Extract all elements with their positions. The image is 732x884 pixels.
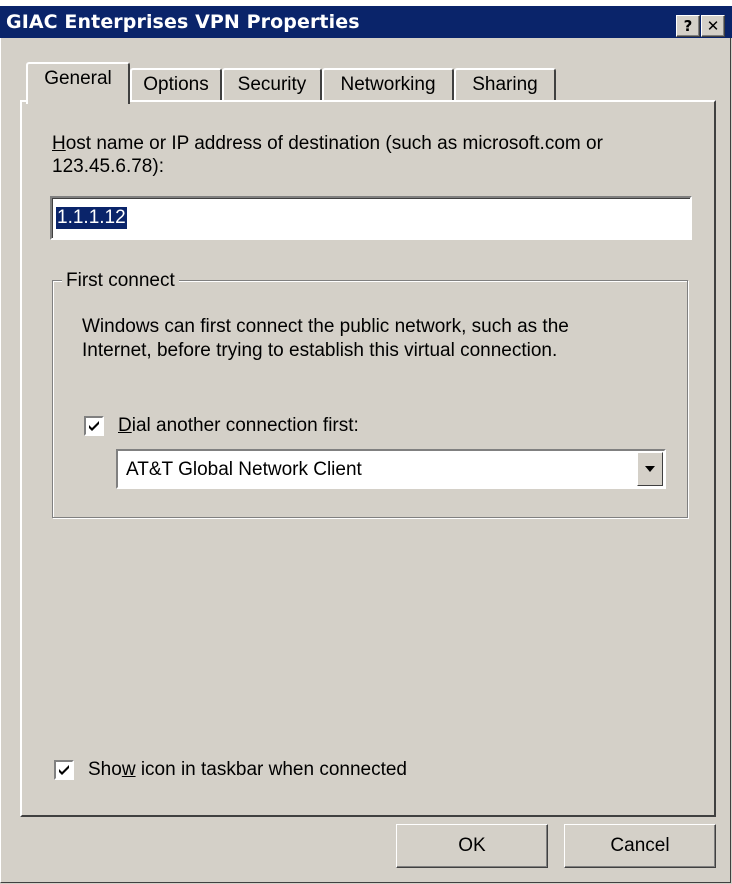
close-icon: ✕ [706,17,720,35]
ok-button[interactable]: OK [396,824,548,868]
host-input-value: 1.1.1.12 [56,207,127,229]
dropdown-button[interactable] [637,452,663,486]
first-connect-legend: First connect [62,270,179,292]
help-icon: ? [683,17,693,35]
tab-options[interactable]: Options [130,68,222,101]
tab-sharing-label: Sharing [472,74,538,95]
first-connect-description-line1: Windows can first connect the public net… [82,316,569,337]
tab-sharing[interactable]: Sharing [454,68,556,101]
tab-general[interactable]: General [26,62,130,104]
tab-options-label: Options [143,74,209,95]
checkmark-icon [89,421,99,431]
host-label-line2: 123.45.6.78): [52,156,164,177]
show-icon-checkbox[interactable] [54,760,74,780]
cancel-button[interactable]: Cancel [564,824,716,868]
dial-another-checkbox[interactable] [84,416,104,436]
dial-another-label[interactable]: Dial another connection first: [118,415,359,437]
window-title: GIAC Enterprises VPN Properties [6,11,360,33]
show-icon-label[interactable]: Show icon in taskbar when connected [88,759,407,781]
dial-connection-value: AT&T Global Network Client [126,459,362,480]
close-button[interactable]: ✕ [701,15,725,37]
host-label: Host name or IP address of destination (… [52,133,603,154]
tab-security[interactable]: Security [222,68,322,101]
title-bar[interactable]: GIAC Enterprises VPN Properties ? ✕ [0,6,732,38]
chevron-down-icon [645,466,655,472]
host-input[interactable]: 1.1.1.12 [50,196,692,240]
tab-general-label: General [44,68,112,89]
checkmark-icon [59,765,69,775]
dial-connection-select[interactable]: AT&T Global Network Client [116,449,666,489]
first-connect-description-line2: Internet, before trying to establish thi… [82,340,558,361]
help-button[interactable]: ? [676,15,700,37]
tab-networking-label: Networking [340,74,436,95]
tab-security-label: Security [237,74,307,95]
tab-networking[interactable]: Networking [322,68,454,101]
